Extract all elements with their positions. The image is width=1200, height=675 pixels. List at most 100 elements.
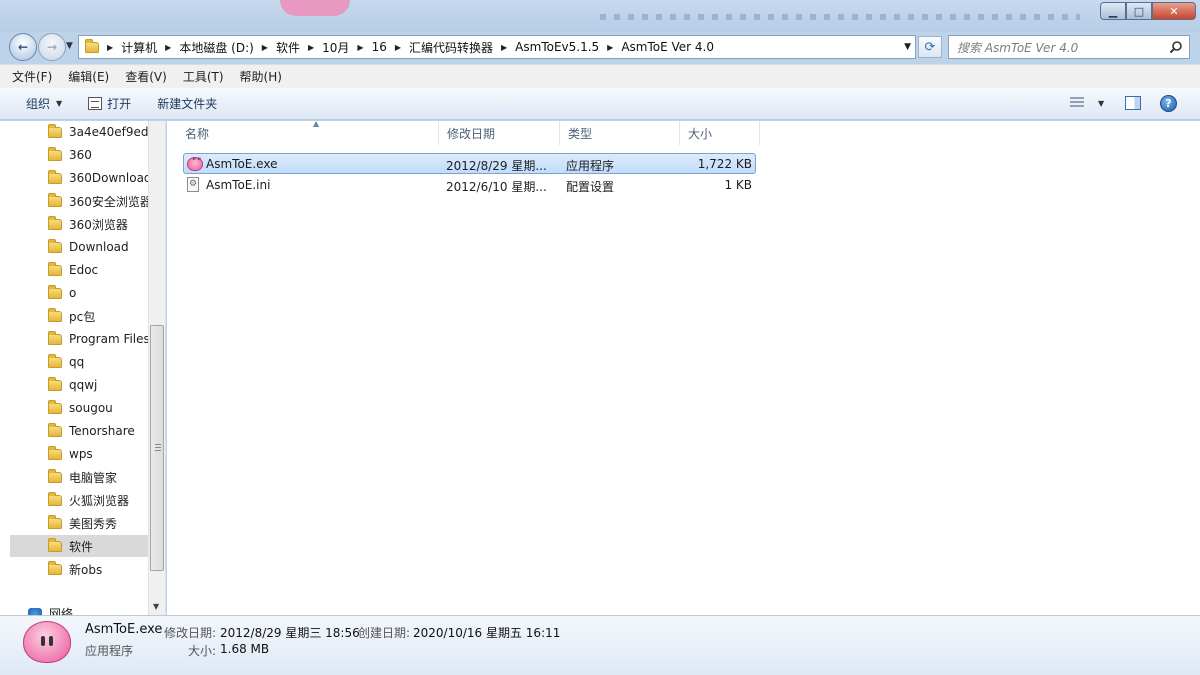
change-view-button[interactable]: ▼ xyxy=(1070,97,1104,109)
organize-button[interactable]: 组织 ▼ xyxy=(26,95,62,112)
menu-help[interactable]: 帮助(H) xyxy=(240,68,282,85)
file-modified: 2012/6/10 星期... xyxy=(446,180,547,194)
tree-item[interactable]: 360安全浏览器 xyxy=(10,190,148,212)
menu-file[interactable]: 文件(F) xyxy=(12,68,52,85)
search-icon[interactable] xyxy=(1169,40,1183,54)
background-blur xyxy=(600,14,1080,20)
details-size-value: 1.68 MB xyxy=(220,642,270,656)
help-button[interactable]: ? xyxy=(1160,95,1177,112)
details-created-label: 创建日期: xyxy=(358,626,411,640)
chevron-right-icon[interactable]: ▶ xyxy=(357,43,363,52)
tree-item[interactable]: 3a4e40ef9ed7 xyxy=(10,121,148,143)
open-button[interactable]: 打开 xyxy=(88,95,131,112)
details-file-name: AsmToE.exe xyxy=(85,622,163,637)
folder-icon xyxy=(48,308,62,322)
tree-item[interactable]: Program Files xyxy=(10,328,148,350)
tree-item[interactable]: Edoc xyxy=(10,259,148,281)
tree-item[interactable]: 电脑管家 xyxy=(10,466,148,488)
search-input[interactable]: 搜索 AsmToE Ver 4.0 xyxy=(948,35,1190,59)
folder-icon xyxy=(48,354,62,368)
exe-icon xyxy=(187,157,203,171)
breadcrumb-16[interactable]: 16 xyxy=(372,40,387,54)
file-modified: 2012/8/29 星期... xyxy=(446,159,547,173)
maximize-button[interactable]: □ xyxy=(1126,2,1152,20)
breadcrumb-asm-converter[interactable]: 汇编代码转换器 xyxy=(409,39,493,56)
chevron-right-icon[interactable]: ▶ xyxy=(501,43,507,52)
tree-item[interactable]: o xyxy=(10,282,148,304)
chevron-right-icon[interactable]: ▶ xyxy=(262,43,268,52)
forward-button[interactable]: → xyxy=(38,33,66,61)
breadcrumb-drive-d[interactable]: 本地磁盘 (D:) xyxy=(179,39,253,56)
tree-item[interactable]: Tenorshare xyxy=(10,420,148,442)
navigation-pane: 3a4e40ef9ed7 360 360Download 360安全浏览器 36… xyxy=(0,121,166,615)
tree-item[interactable]: sougou xyxy=(10,397,148,419)
column-header-modified[interactable]: 修改日期 xyxy=(439,121,560,145)
network-icon xyxy=(28,607,42,615)
tree-item[interactable]: qqwj xyxy=(10,374,148,396)
tree-item[interactable]: 新obs xyxy=(10,558,148,580)
navigation-bar: ← → ▼ ▶ 计算机 ▶ 本地磁盘 (D:) ▶ 软件 ▶ 10月 ▶ 16 … xyxy=(0,32,1200,62)
new-folder-label: 新建文件夹 xyxy=(157,97,218,111)
folder-icon xyxy=(48,561,62,575)
chevron-right-icon[interactable]: ▶ xyxy=(308,43,314,52)
close-button[interactable]: ✕ xyxy=(1152,2,1196,20)
menu-bar: 文件(F) 编辑(E) 查看(V) 工具(T) 帮助(H) xyxy=(0,64,1200,88)
open-label: 打开 xyxy=(107,97,132,111)
folder-icon xyxy=(48,492,62,506)
file-row-selected[interactable]: AsmToE.exe 2012/8/29 星期... 应用程序 1,722 KB xyxy=(183,153,756,174)
tree-item[interactable]: 美图秀秀 xyxy=(10,512,148,534)
minimize-button[interactable]: ▁ xyxy=(1100,2,1126,20)
chevron-down-icon: ▼ xyxy=(56,99,63,108)
help-icon: ? xyxy=(1165,97,1172,110)
folder-icon xyxy=(48,216,62,230)
refresh-button[interactable]: ⟳ xyxy=(918,36,942,58)
breadcrumb-asmtoe-v40[interactable]: AsmToE Ver 4.0 xyxy=(621,40,714,54)
file-row[interactable]: AsmToE.ini 2012/6/10 星期... 配置设置 1 KB xyxy=(183,175,756,196)
tree-item[interactable]: 火狐浏览器 xyxy=(10,489,148,511)
tree-item[interactable]: 360Download xyxy=(10,167,148,189)
back-button[interactable]: ← xyxy=(9,33,37,61)
folder-icon xyxy=(85,38,99,53)
tree-item[interactable]: qq xyxy=(10,351,148,373)
column-header-size[interactable]: 大小 xyxy=(680,121,760,145)
chevron-right-icon[interactable]: ▶ xyxy=(165,43,171,52)
close-icon: ✕ xyxy=(1169,4,1179,18)
breadcrumb-october[interactable]: 10月 xyxy=(322,39,349,56)
column-header-type[interactable]: 类型 xyxy=(560,121,680,145)
sort-ascending-icon: ▲ xyxy=(313,119,320,128)
folder-icon xyxy=(48,400,62,414)
preview-pane-button[interactable] xyxy=(1125,96,1141,110)
file-type: 应用程序 xyxy=(566,159,615,173)
chevron-right-icon[interactable]: ▶ xyxy=(607,43,613,52)
tree-item[interactable]: Download xyxy=(10,236,148,258)
scrollbar-thumb[interactable] xyxy=(150,325,164,571)
tree-item-network[interactable]: 网络 xyxy=(28,605,73,615)
breadcrumb-asmtoe-v515[interactable]: AsmToEv5.1.5 xyxy=(515,40,599,54)
tree-item-selected[interactable]: 软件 xyxy=(10,535,148,557)
recent-pages-dropdown[interactable]: ▼ xyxy=(66,41,73,51)
file-list: 名称 ▲ 修改日期 类型 大小 AsmToE.exe 2012/8/29 星期.… xyxy=(167,119,1200,615)
tree-item[interactable]: 360浏览器 xyxy=(10,213,148,235)
minimize-icon: ▁ xyxy=(1108,4,1118,18)
scroll-down-arrow[interactable]: ▼ xyxy=(153,602,159,611)
folder-icon xyxy=(48,469,62,483)
menu-view[interactable]: 查看(V) xyxy=(125,68,167,85)
column-header-name[interactable]: 名称 ▲ xyxy=(177,119,439,145)
refresh-icon: ⟳ xyxy=(924,39,936,55)
menu-edit[interactable]: 编辑(E) xyxy=(68,68,109,85)
navigation-scrollbar[interactable]: ▼ xyxy=(148,121,165,615)
new-folder-button[interactable]: 新建文件夹 xyxy=(157,95,217,112)
tree-item[interactable]: 360 xyxy=(10,144,148,166)
folder-icon xyxy=(48,193,62,207)
address-bar[interactable]: ▶ 计算机 ▶ 本地磁盘 (D:) ▶ 软件 ▶ 10月 ▶ 16 ▶ 汇编代码… xyxy=(78,35,916,59)
address-history-dropdown[interactable]: ▼ xyxy=(904,42,911,52)
chevron-right-icon[interactable]: ▶ xyxy=(395,43,401,52)
chevron-right-icon[interactable]: ▶ xyxy=(107,43,113,52)
tree-item[interactable]: pc包 xyxy=(10,305,148,327)
view-list-icon xyxy=(1070,97,1084,109)
breadcrumb-software[interactable]: 软件 xyxy=(276,39,300,56)
breadcrumb-computer[interactable]: 计算机 xyxy=(121,39,157,56)
tree-item[interactable]: wps xyxy=(10,443,148,465)
menu-tools[interactable]: 工具(T) xyxy=(183,68,224,85)
details-pane: AsmToE.exe 修改日期: 2012/8/29 星期三 18:56 创建日… xyxy=(0,615,1200,675)
